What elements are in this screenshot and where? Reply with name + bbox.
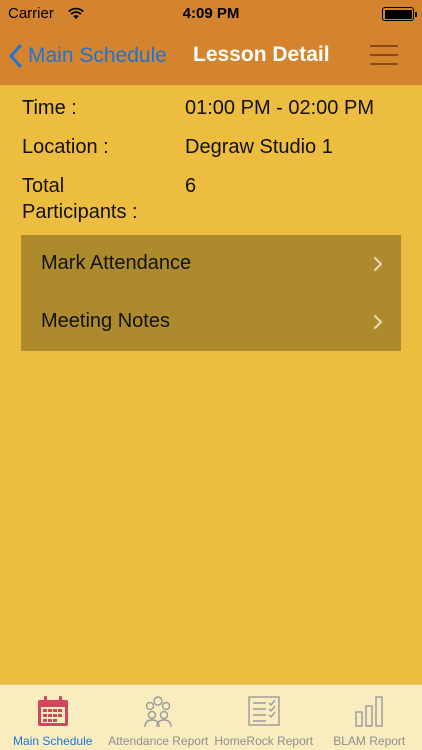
navigation-bar: Main Schedule Lesson Detail (0, 28, 422, 85)
status-time: 4:09 PM (182, 5, 240, 22)
participants-label: Total Participants : (22, 173, 182, 225)
detail-row-time: Time : 01:00 PM - 02:00 PM (22, 95, 412, 134)
tab-blam-report[interactable]: BLAM Report (317, 685, 422, 750)
meeting-notes-item[interactable]: Meeting Notes (21, 293, 401, 351)
location-value: Degraw Studio 1 (185, 136, 333, 158)
group-icon (144, 696, 172, 728)
bar-chart-icon (355, 696, 383, 727)
action-list: Mark Attendance Meeting Notes (21, 235, 401, 351)
tab-label-attendance-report: Attendance Report (108, 734, 209, 748)
back-button-label: Main Schedule (28, 44, 167, 67)
time-label: Time : (22, 97, 77, 119)
tab-bar: Main Schedule Attendance Report HomeRock… (0, 684, 422, 750)
tab-homerock-report[interactable]: HomeRock Report (211, 685, 317, 750)
page-title: Lesson Detail (193, 43, 330, 66)
time-value: 01:00 PM - 02:00 PM (185, 97, 374, 119)
tab-label-main-schedule: Main Schedule (13, 734, 93, 748)
chevron-right-icon (374, 315, 382, 329)
back-button[interactable]: Main Schedule (8, 40, 167, 72)
tab-label-blam-report: BLAM Report (333, 734, 406, 748)
chevron-right-icon (374, 257, 382, 271)
lesson-details: Time : 01:00 PM - 02:00 PM Location : De… (22, 95, 412, 233)
hamburger-menu-icon[interactable] (370, 42, 398, 68)
mark-attendance-label: Mark Attendance (41, 252, 192, 274)
calendar-icon (37, 696, 68, 726)
chevron-left-icon (9, 44, 22, 68)
tab-attendance-report[interactable]: Attendance Report (106, 685, 212, 750)
detail-row-location: Location : Degraw Studio 1 (22, 134, 412, 173)
status-bar: Carrier 4:09 PM (0, 0, 422, 28)
participants-value: 6 (185, 175, 197, 197)
tab-main-schedule[interactable]: Main Schedule (0, 685, 106, 750)
location-label: Location : (22, 136, 109, 158)
checklist-icon (248, 696, 280, 726)
participants-label-line1: Total (22, 175, 65, 197)
battery-full-icon (382, 7, 417, 21)
participants-label-line2: Participants : (22, 201, 138, 223)
mark-attendance-item[interactable]: Mark Attendance (21, 235, 401, 293)
meeting-notes-label: Meeting Notes (41, 310, 170, 332)
tab-label-homerock-report: HomeRock Report (214, 734, 314, 748)
detail-row-participants: Total Participants : 6 (22, 173, 412, 233)
